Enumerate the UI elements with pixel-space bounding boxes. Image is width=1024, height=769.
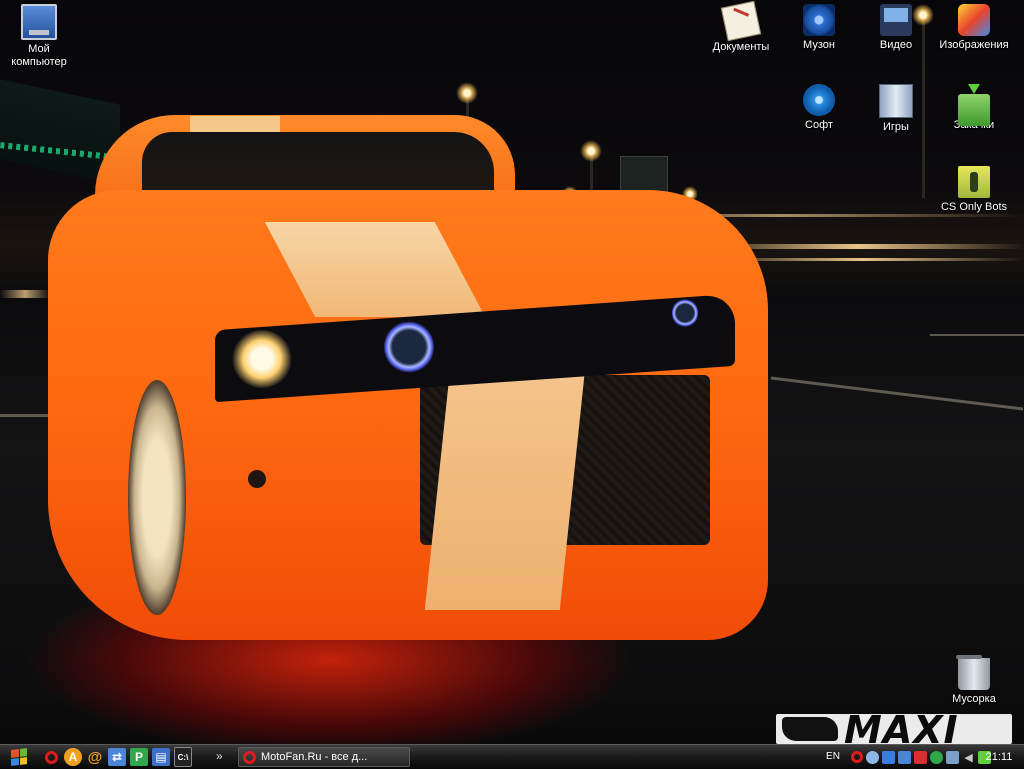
video-icon	[880, 4, 912, 36]
desktop-icon-video[interactable]: Видео	[858, 4, 934, 52]
command-prompt-icon[interactable]: C:\	[174, 747, 192, 767]
windows-flag-icon	[11, 748, 27, 766]
start-button[interactable]	[2, 747, 36, 767]
desktop-icon-label: CS Only Bots	[940, 201, 1008, 213]
downloads-icon	[958, 84, 990, 126]
aimp-icon[interactable]: A	[64, 748, 82, 766]
wallpaper-road-stripe	[770, 376, 1024, 411]
images-icon	[958, 4, 990, 36]
wallpaper-car-fog-lamp	[248, 470, 266, 488]
document-icon[interactable]: ▤	[152, 748, 170, 766]
opera-logo	[44, 750, 58, 764]
network-icon[interactable]: ⇄	[108, 748, 126, 766]
music-icon	[803, 4, 835, 36]
desktop-icon-images[interactable]: Изображения	[936, 4, 1012, 52]
taskbar-window-button[interactable]: MotoFan.Ru - все д...	[238, 747, 410, 767]
maxi-logo-text: MAXI	[844, 714, 959, 744]
wallpaper-car-headlight	[672, 298, 698, 328]
volume-tray-icon[interactable]: ◀	[962, 751, 975, 764]
maxi-logo: MAXI	[776, 714, 1012, 744]
network-warning-tray-icon[interactable]	[914, 750, 927, 764]
desktop-icon-my-computer[interactable]: Мой компьютер	[1, 4, 77, 69]
computer-icon	[21, 4, 57, 40]
desktop-icon-downloads[interactable]: Закачки	[936, 84, 1012, 132]
wallpaper-car-headlight	[232, 330, 292, 388]
language-indicator[interactable]: EN	[822, 749, 844, 765]
desktop-icon-games[interactable]: Игры	[858, 84, 934, 134]
opera-tray-icon[interactable]	[850, 751, 863, 764]
documents-icon	[720, 0, 762, 42]
desktop-icon-label: Изображения	[939, 39, 1009, 51]
windows-tray-icon[interactable]	[898, 750, 911, 764]
system-tray: ◀	[850, 748, 991, 766]
desktop-icon-cs-bots[interactable]: CS Only Bots	[936, 166, 1012, 214]
desktop-icon-label: Мусорка	[952, 693, 996, 705]
desktop-icon-label: Софт	[805, 119, 833, 131]
games-icon	[879, 84, 913, 118]
desktop-icon-label: Документы	[712, 41, 770, 53]
desktop-icon-documents[interactable]: Документы	[703, 0, 779, 54]
desktop-icon-recycle-bin[interactable]: Мусорка	[936, 655, 1012, 706]
messenger-tray-icon[interactable]	[930, 750, 943, 764]
desktop-icon-label: Игры	[883, 121, 909, 133]
quick-launch-overflow[interactable]: »	[216, 749, 223, 763]
wallpaper-lamp-glow	[580, 140, 602, 162]
display-tray-icon[interactable]	[882, 750, 895, 764]
wallpaper-car-wheel	[128, 380, 186, 615]
recycle-bin-icon	[956, 655, 990, 690]
email-icon[interactable]: @	[86, 748, 104, 766]
opera-icon[interactable]	[42, 748, 60, 766]
desktop-icon-label: Видео	[879, 39, 913, 51]
desktop-icon-music[interactable]: Музон	[781, 4, 857, 52]
antivirus-tray-icon[interactable]	[866, 750, 879, 764]
maxi-logo-mark	[782, 717, 838, 741]
taskbar-window-title: MotoFan.Ru - все д...	[261, 751, 368, 763]
desktop-icon-label: Мой компьютер	[11, 43, 67, 68]
cs-icon	[958, 166, 990, 198]
opera-icon	[243, 750, 256, 764]
wallpaper-road-stripe	[930, 334, 1024, 336]
wallpaper-car-headlight	[384, 320, 434, 374]
desktop-icon-label: Музон	[803, 39, 835, 51]
wallpaper-light-trail	[0, 290, 50, 298]
wallpaper-lamp-glow	[456, 82, 478, 104]
desktop-icon-software[interactable]: Софт	[781, 84, 857, 132]
messenger-icon[interactable]: P	[130, 748, 148, 766]
taskbar-clock[interactable]: 21:11	[978, 749, 1020, 765]
software-icon	[803, 84, 835, 116]
quick-launch-bar: A @ ⇄ P ▤ C:\	[42, 747, 192, 767]
taskbar: A @ ⇄ P ▤ C:\ » MotoFan.Ru - все д... EN…	[0, 744, 1024, 769]
safely-remove-tray-icon[interactable]	[946, 750, 959, 764]
